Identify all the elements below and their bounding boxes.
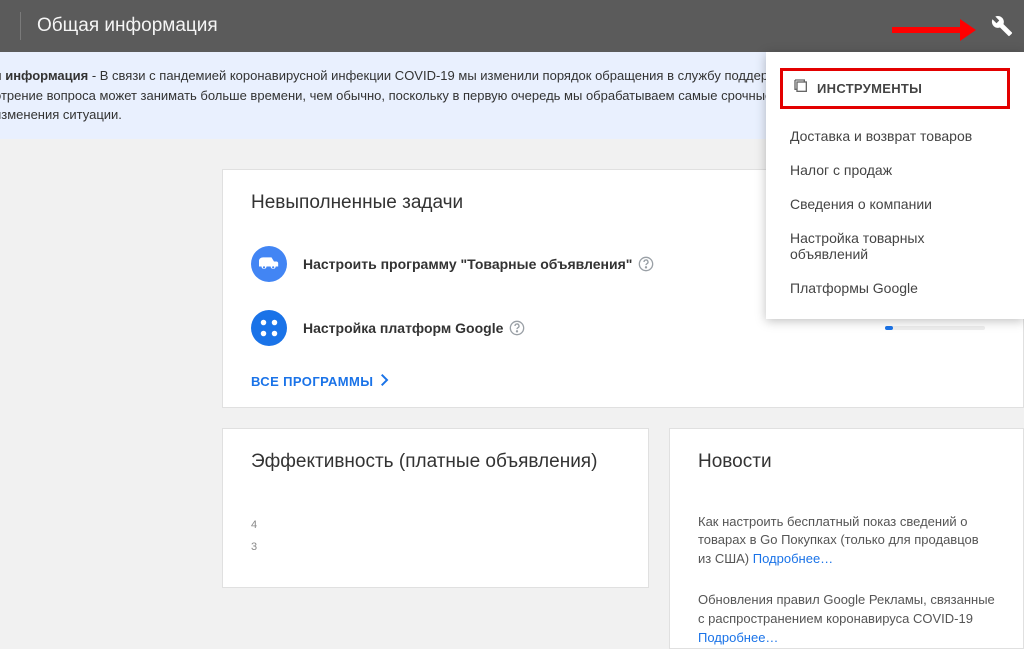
all-programs-link[interactable]: ВСЕ ПРОГРАММЫ [251,374,389,389]
axis-tick: 3 [251,541,620,563]
news-link[interactable]: Подробнее… [698,630,778,645]
car-icon [259,257,279,271]
tasks-card-footer: ВСЕ ПРОГРАММЫ [223,360,1023,407]
all-programs-label: ВСЕ ПРОГРАММЫ [251,374,373,389]
news-text: Как настроить бесплатный показ сведений … [698,514,979,567]
info-banner-text3: изменения ситуации. [0,107,122,122]
topbar-divider [20,12,21,40]
dropdown-item-platforms[interactable]: Платформы Google [766,271,1024,305]
tools-menu-button[interactable] [988,12,1016,40]
help-icon[interactable] [509,320,525,336]
news-card: Новости Как настроить бесплатный показ с… [669,428,1024,649]
dropdown-item-tax[interactable]: Налог с продаж [766,153,1024,187]
info-banner-bold: я информация [0,68,88,83]
info-banner-text1: - В связи с пандемией коронавирусной инф… [88,68,833,83]
task-progress [885,326,985,330]
tools-dropdown-header[interactable]: ИНСТРУМЕНТЫ [780,68,1010,109]
news-card-title: Новости [670,429,1023,491]
dropdown-item-company[interactable]: Сведения о компании [766,187,1024,221]
tools-dropdown-header-label: ИНСТРУМЕНТЫ [817,81,922,96]
page-title: Общая информация [37,15,218,37]
help-icon[interactable] [638,256,654,272]
tools-dropdown: ИНСТРУМЕНТЫ Доставка и возврат товаров Н… [766,52,1024,319]
dropdown-item-shopping-ads[interactable]: Настройка товарных объявлений [766,221,1024,271]
wrench-icon [991,15,1013,37]
news-item: Обновления правил Google Рекламы, связан… [698,591,995,648]
stack-icon [793,78,809,99]
news-item: Как настроить бесплатный показ сведений … [698,513,995,570]
annotation-arrow [892,19,976,41]
task-label: Настроить программу "Товарные объявления… [303,256,632,272]
task-label: Настройка платформ Google [303,320,503,336]
axis-tick: 4 [251,519,620,541]
grid-icon [258,317,280,339]
news-link[interactable]: Подробнее… [753,551,833,566]
task-icon-platforms [251,310,287,346]
task-icon-shopping [251,246,287,282]
chevron-right-icon [381,374,389,389]
topbar: Общая информация [0,0,1024,52]
chart-y-axis: 4 3 [223,491,648,563]
performance-card: Эффективность (платные объявления) 4 3 [222,428,649,588]
info-banner-text2: отрение вопроса может занимать больше вр… [0,88,820,103]
performance-card-title: Эффективность (платные объявления) [223,429,648,491]
two-column-row: Эффективность (платные объявления) 4 3 Н… [222,428,1024,649]
news-text: Обновления правил Google Рекламы, связан… [698,592,995,626]
dropdown-item-shipping[interactable]: Доставка и возврат товаров [766,119,1024,153]
